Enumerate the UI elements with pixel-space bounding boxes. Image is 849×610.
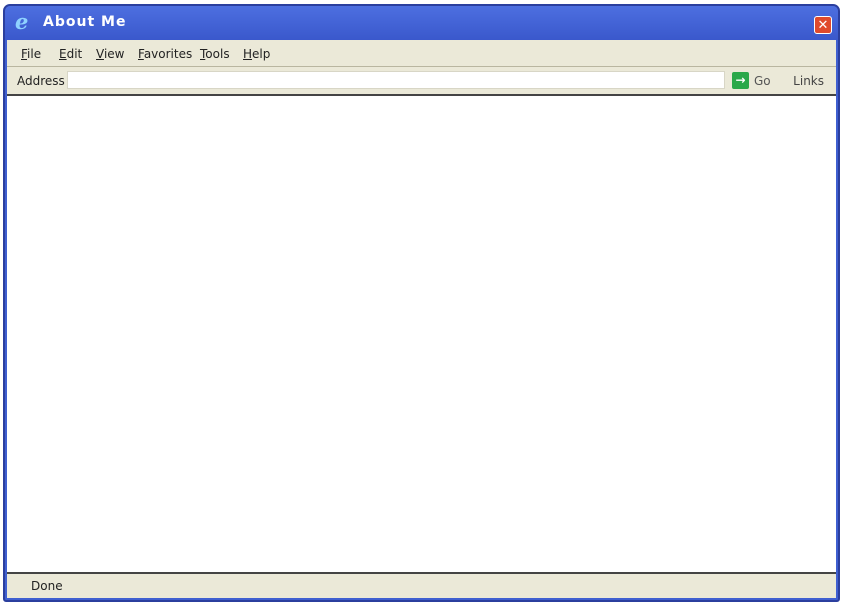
close-button[interactable]: ✕ xyxy=(814,16,832,34)
address-bar: Address → Go Links xyxy=(7,67,836,96)
internet-explorer-icon: e xyxy=(15,9,29,34)
go-label: Go xyxy=(754,73,771,88)
browser-window: e About Me ✕ File Edit View Favorites To… xyxy=(3,4,840,602)
go-button[interactable]: → Go xyxy=(732,71,771,90)
window-title: About Me xyxy=(43,14,127,30)
menu-view[interactable]: View xyxy=(96,47,124,61)
arrow-right-icon: → xyxy=(732,72,749,89)
title-bar[interactable]: e About Me ✕ xyxy=(5,6,838,40)
address-label: Address xyxy=(17,74,65,88)
status-bar: Done xyxy=(7,572,836,598)
page-content[interactable] xyxy=(7,96,836,572)
status-text: Done xyxy=(31,579,63,593)
menu-favorites[interactable]: Favorites xyxy=(138,47,192,61)
menu-bar: File Edit View Favorites Tools Help xyxy=(7,40,836,67)
menu-file[interactable]: File xyxy=(21,47,41,61)
links-button[interactable]: Links xyxy=(793,74,824,88)
menu-tools[interactable]: Tools xyxy=(200,47,230,61)
menu-edit[interactable]: Edit xyxy=(59,47,82,61)
address-input[interactable] xyxy=(67,71,725,89)
menu-help[interactable]: Help xyxy=(243,47,270,61)
close-icon: ✕ xyxy=(817,18,829,33)
